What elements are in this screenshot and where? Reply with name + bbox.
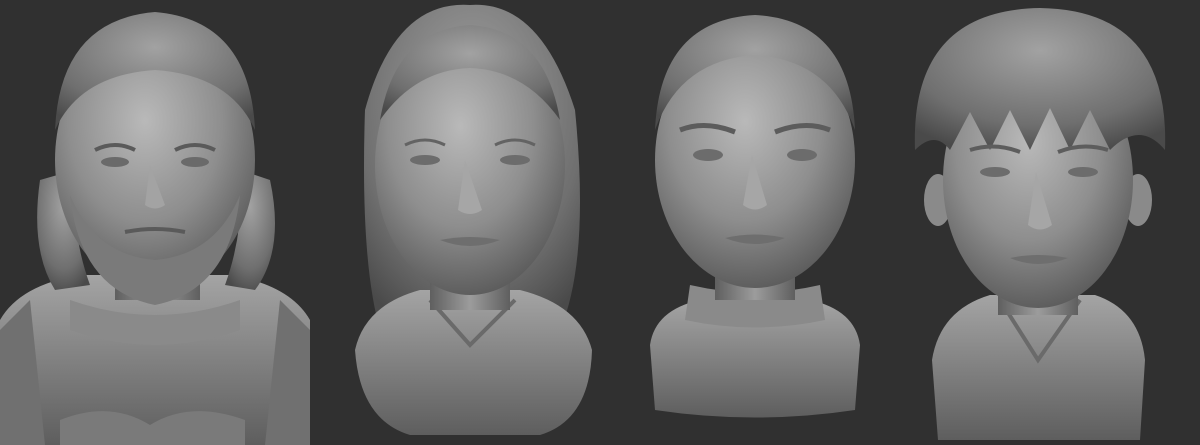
sculpt-render-canvas xyxy=(0,0,1200,445)
bust-woman-long-hair xyxy=(355,4,592,435)
bust-woman-braided-hair xyxy=(650,15,860,418)
bust-young-man-fringe xyxy=(914,8,1166,440)
busts-svg xyxy=(0,4,1166,445)
bust-bearded-man xyxy=(0,12,310,445)
